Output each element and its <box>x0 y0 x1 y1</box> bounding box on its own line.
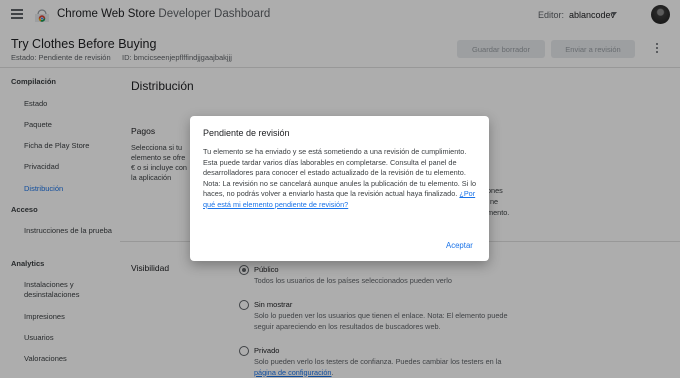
dialog-paragraph: Tu elemento se ha enviado y se está some… <box>203 147 467 177</box>
dialog-note: Nota: La revisión no se cancelará aunque… <box>203 179 479 211</box>
dialog-title: Pendiente de revisión <box>203 128 290 138</box>
accept-button[interactable]: Aceptar <box>446 241 473 250</box>
dialog-note-text: Nota: La revisión no se cancelará aunque… <box>203 178 476 199</box>
pending-review-dialog: Pendiente de revisión Tu elemento se ha … <box>190 116 489 261</box>
dialog-body: Tu elemento se ha enviado y se está some… <box>203 147 479 210</box>
